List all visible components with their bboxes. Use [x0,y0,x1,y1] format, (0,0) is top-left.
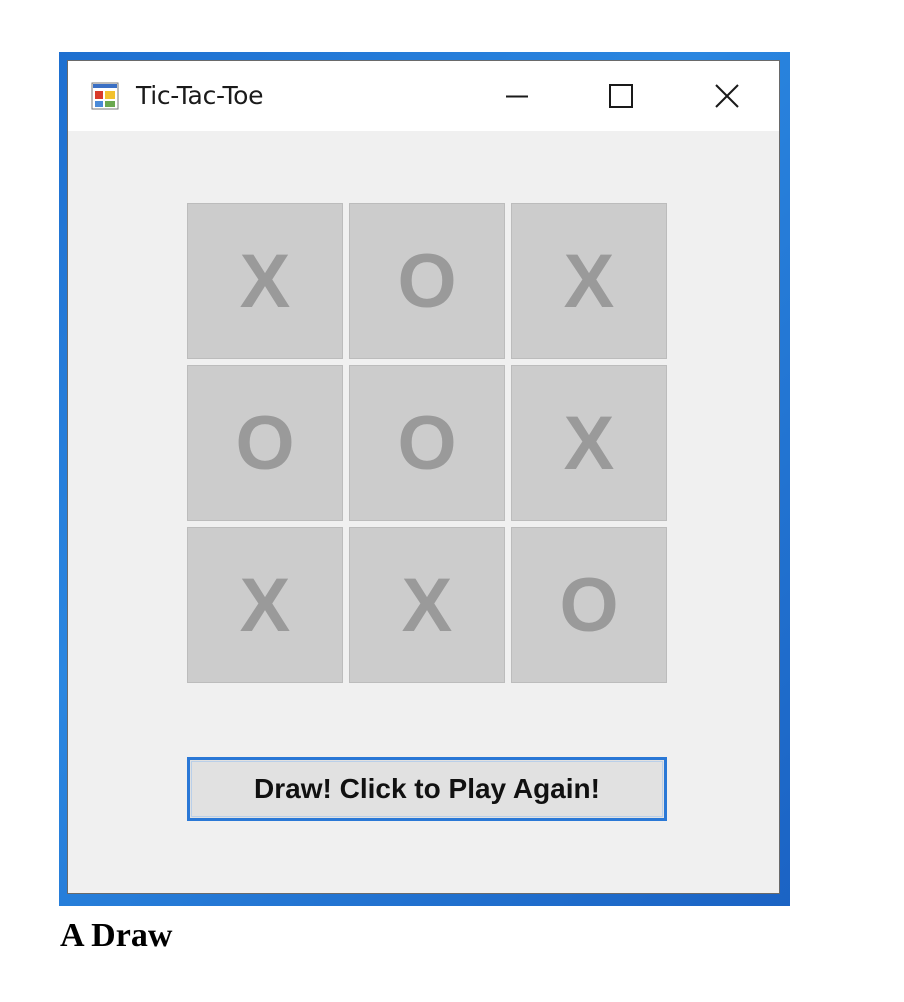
minimize-button[interactable] [475,61,559,131]
title-bar[interactable]: Tic-Tac-Toe [68,61,779,131]
maximize-icon [609,84,633,108]
board-cell-r3c3[interactable]: O [511,527,667,683]
play-again-button-label: Draw! Click to Play Again! [254,773,600,804]
board-cell-r3c2[interactable]: X [349,527,505,683]
app-window: Tic-Tac-Toe X O X O O X X X O Draw! Clic… [67,60,780,894]
minimize-icon [506,95,528,98]
board-cell-r2c1[interactable]: O [187,365,343,521]
close-button[interactable] [685,61,769,131]
board-cell-r2c3[interactable]: X [511,365,667,521]
play-again-button[interactable]: Draw! Click to Play Again! [187,757,667,821]
board-cell-r2c2[interactable]: O [349,365,505,521]
close-icon [715,84,739,108]
figure-caption: A Draw [60,917,173,954]
maximize-button[interactable] [579,61,663,131]
windows-form-app-icon[interactable] [91,82,119,110]
board-cell-r1c3[interactable]: X [511,203,667,359]
window-title: Tic-Tac-Toe [136,81,264,110]
board-cell-r3c1[interactable]: X [187,527,343,683]
board-cell-r1c1[interactable]: X [187,203,343,359]
board-cell-r1c2[interactable]: O [349,203,505,359]
